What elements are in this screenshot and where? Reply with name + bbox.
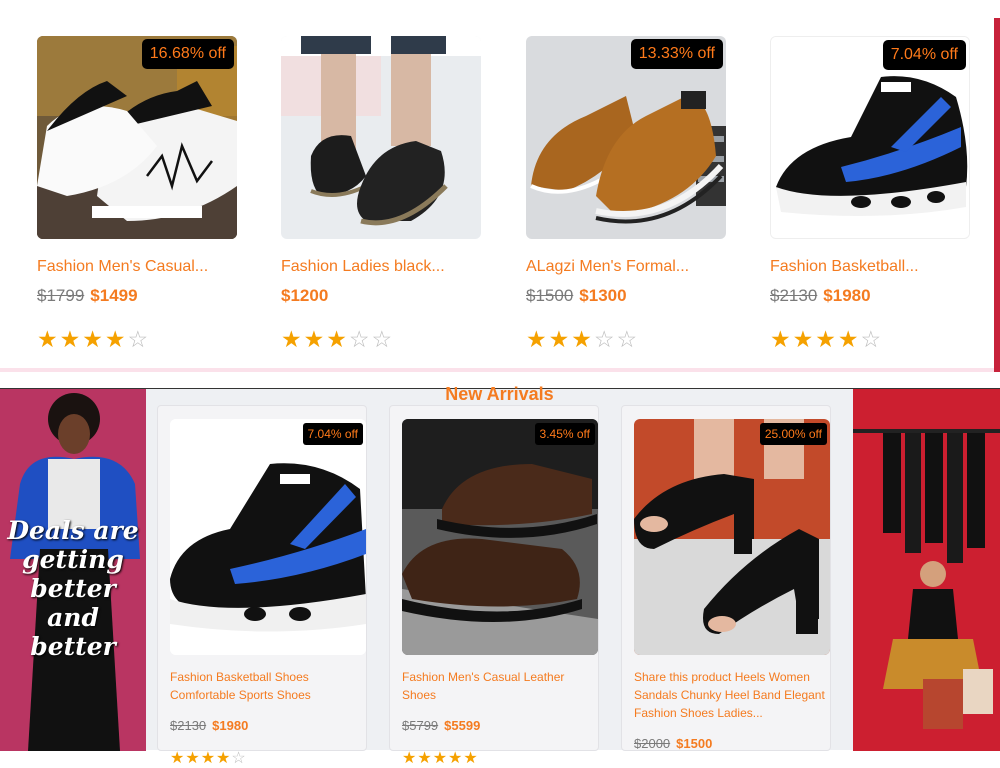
featured-products-panel: 16.68% off Fashion Men's Casual... $1799… xyxy=(0,0,1000,372)
star-filled-icon: ★ xyxy=(463,750,479,767)
product-title[interactable]: Share this product Heels Women Sandals C… xyxy=(634,668,830,722)
promo-banner-right[interactable] xyxy=(853,389,1000,751)
original-price: $2130 xyxy=(770,286,818,305)
original-price: $2000 xyxy=(634,736,671,751)
discount-badge: 13.33% off xyxy=(630,39,723,69)
section-title: New Arrivals xyxy=(445,384,554,404)
star-filled-icon: ★ xyxy=(281,326,304,352)
promo-text: Deals are getting better and better xyxy=(7,516,139,661)
star-empty-icon: ☆ xyxy=(860,326,884,352)
star-filled-icon: ★ xyxy=(432,750,449,767)
sale-price: $1499 xyxy=(90,286,138,305)
star-filled-icon: ★ xyxy=(59,326,83,352)
product-title[interactable]: Fashion Ladies black... xyxy=(281,258,491,276)
promo-banner-left[interactable]: Deals are getting better and better xyxy=(0,389,146,751)
star-filled-icon: ★ xyxy=(104,326,128,352)
product-card[interactable]: 3.45% off Fashion Men's Casual Leather S… xyxy=(389,405,599,767)
product-card[interactable]: 7.04% off Fashion Basketball Shoes Comfo… xyxy=(157,405,367,767)
star-empty-icon: ☆ xyxy=(127,326,151,352)
star-filled-icon: ★ xyxy=(402,750,418,767)
price-row: $2130 $1980 xyxy=(170,718,248,733)
star-filled-icon: ★ xyxy=(37,326,60,352)
price-row: $1500 $1300 xyxy=(526,286,627,306)
discount-badge: 7.04% off xyxy=(302,423,363,445)
star-empty-icon: ☆ xyxy=(348,326,372,352)
star-filled-icon: ★ xyxy=(200,750,217,767)
original-price: $1799 xyxy=(37,286,85,305)
discount-badge: 16.68% off xyxy=(141,39,234,69)
star-filled-icon: ★ xyxy=(303,326,327,352)
product-title[interactable]: ALagzi Men's Formal... xyxy=(526,258,736,276)
star-filled-icon: ★ xyxy=(82,326,105,352)
star-empty-icon: ☆ xyxy=(371,326,395,352)
discount-badge: 25.00% off xyxy=(759,423,827,445)
star-rating: ★★★☆☆ xyxy=(281,326,394,353)
banner-edge xyxy=(994,18,1000,372)
new-arrivals-section: Deals are getting better and better New … xyxy=(0,384,1000,767)
sale-price: $1980 xyxy=(212,718,249,733)
price-row: $1200 xyxy=(281,286,328,306)
star-filled-icon: ★ xyxy=(417,750,433,767)
star-rating: ★★★★★ xyxy=(402,748,479,768)
black-loafer-image[interactable] xyxy=(281,36,481,239)
price-row: $2000 $1500 xyxy=(634,736,712,751)
star-filled-icon: ★ xyxy=(837,326,861,352)
discount-badge: 3.45% off xyxy=(534,423,595,445)
product-title[interactable]: Fashion Basketball... xyxy=(770,258,980,276)
star-filled-icon: ★ xyxy=(792,326,816,352)
star-empty-icon: ☆ xyxy=(593,326,617,352)
star-filled-icon: ★ xyxy=(815,326,838,352)
sale-price: $1500 xyxy=(676,736,713,751)
price-row: $1799 $1499 xyxy=(37,286,138,306)
star-empty-icon: ☆ xyxy=(616,326,640,352)
price-row: $2130 $1980 xyxy=(770,286,871,306)
product-title[interactable]: Fashion Basketball Shoes Comfortable Spo… xyxy=(170,668,366,704)
price-row: $5799 $5599 xyxy=(402,718,480,733)
star-filled-icon: ★ xyxy=(770,326,793,352)
white-sneaker-image[interactable]: 16.68% off xyxy=(37,36,237,239)
star-filled-icon: ★ xyxy=(448,750,464,767)
star-rating: ★★★★☆ xyxy=(170,748,247,768)
star-rating: ★★★★☆ xyxy=(37,326,150,353)
star-filled-icon: ★ xyxy=(526,326,549,352)
product-title[interactable]: Fashion Men's Casual Leather Shoes xyxy=(402,668,598,704)
product-title[interactable]: Fashion Men's Casual... xyxy=(37,258,247,276)
star-rating: ★★★★☆ xyxy=(770,326,883,353)
basketball-shoe-image[interactable]: 7.04% off xyxy=(770,36,970,239)
leather-shoe-image[interactable]: 3.45% off xyxy=(402,419,598,655)
original-price: $2130 xyxy=(170,718,207,733)
original-price: $5799 xyxy=(402,718,439,733)
brown-suede-shoe-image[interactable]: 13.33% off xyxy=(526,36,726,239)
star-filled-icon: ★ xyxy=(185,750,201,767)
original-price: $1500 xyxy=(526,286,574,305)
sale-price: $1200 xyxy=(281,286,329,305)
heel-sandal-image[interactable]: 25.00% off xyxy=(634,419,830,655)
sale-price: $1300 xyxy=(579,286,627,305)
star-filled-icon: ★ xyxy=(548,326,572,352)
star-filled-icon: ★ xyxy=(170,750,186,767)
star-rating: ★★★☆☆ xyxy=(526,326,639,353)
basketball-shoe-image[interactable]: 7.04% off xyxy=(170,419,366,655)
star-empty-icon: ☆ xyxy=(231,750,247,767)
star-filled-icon: ★ xyxy=(216,750,232,767)
sale-price: $1980 xyxy=(823,286,871,305)
star-filled-icon: ★ xyxy=(326,326,349,352)
star-filled-icon: ★ xyxy=(571,326,594,352)
product-card[interactable]: 25.00% off Share this product Heels Wome… xyxy=(621,405,831,751)
sale-price: $5599 xyxy=(444,718,481,733)
discount-badge: 7.04% off xyxy=(882,40,966,70)
